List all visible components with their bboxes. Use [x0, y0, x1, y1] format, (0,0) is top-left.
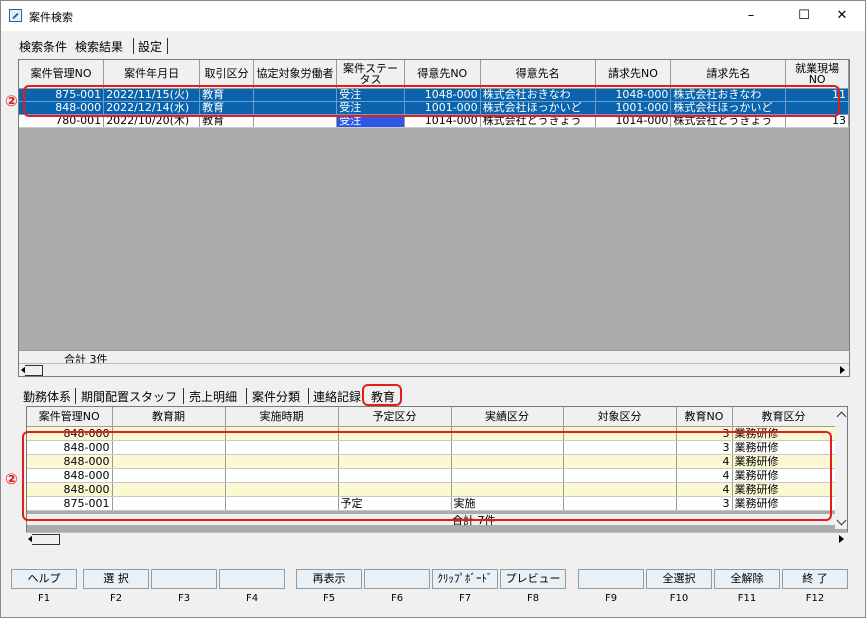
col-header[interactable]: 案件管理NO	[27, 407, 113, 427]
fkey-name: F10	[669, 593, 689, 604]
app-window: 案件検索 – ☐ ✕ 検索条件 検索結果 設定 案件管理NO 案件年月日 取引区…	[0, 0, 866, 618]
tab-uriage-meisai[interactable]: 売上明細	[189, 388, 237, 405]
tab-renraku-kiroku[interactable]: 連絡記録	[313, 388, 361, 405]
col-header[interactable]: 請求先名	[670, 60, 787, 89]
fkey-label[interactable]: 全選択	[646, 569, 712, 589]
f9-button[interactable]: F9	[578, 569, 644, 609]
tab-separator	[308, 388, 309, 404]
fkey-name: F2	[109, 593, 123, 604]
fkey-label[interactable]: 再表示	[296, 569, 362, 589]
f5-refresh-button[interactable]: 再表示 F5	[296, 569, 362, 609]
tab-search-conditions[interactable]: 検索条件	[19, 38, 67, 55]
fkey-label[interactable]: 選 択	[83, 569, 149, 589]
annotation-box-tab	[362, 384, 402, 406]
tab-settings[interactable]: 設定	[138, 38, 162, 55]
fkey-name: F8	[526, 593, 540, 604]
education-header-row: 案件管理NO 教育期 実施時期 予定区分 実績区分 対象区分 教育NO 教育区分	[27, 407, 836, 427]
tab-separator	[167, 38, 168, 54]
results-total-row: 合計 3件	[19, 350, 849, 366]
scroll-thumb[interactable]	[32, 534, 60, 545]
col-header[interactable]: 案件年月日	[103, 60, 201, 89]
f2-select-button[interactable]: 選 択 F2	[83, 569, 149, 609]
fkey-label[interactable]: 終 了	[782, 569, 848, 589]
col-header[interactable]: 教育期	[112, 407, 226, 427]
tab-separator	[183, 388, 184, 404]
annotation-marker: ②	[5, 92, 18, 110]
education-vertical-scrollbar[interactable]	[835, 407, 847, 529]
col-header[interactable]: 協定対象労働者	[253, 60, 338, 89]
fkey-name: F4	[245, 593, 259, 604]
f6-button[interactable]: F6	[364, 569, 430, 609]
fkey-name: F6	[390, 593, 404, 604]
fkey-name: F1	[37, 593, 51, 604]
results-header-row: 案件管理NO 案件年月日 取引区分 協定対象労働者 案件ステータス 得意先NO …	[19, 60, 849, 89]
col-header[interactable]: 得意先NO	[404, 60, 481, 89]
annotation-marker: ②	[5, 470, 18, 488]
scroll-right-icon[interactable]	[840, 366, 845, 374]
annotation-box-results	[23, 85, 840, 117]
scroll-right-icon[interactable]	[839, 535, 844, 543]
col-header[interactable]: 実績区分	[451, 407, 564, 427]
col-header[interactable]: 取引区分	[199, 60, 254, 89]
f12-exit-button[interactable]: 終 了 F12	[782, 569, 848, 609]
results-horizontal-scrollbar[interactable]	[19, 363, 849, 376]
col-header[interactable]: 得意先名	[480, 60, 596, 89]
scroll-up-icon[interactable]	[836, 411, 847, 422]
annotation-box-education	[22, 431, 832, 521]
fkey-name: F9	[604, 593, 618, 604]
f10-select-all-button[interactable]: 全選択 F10	[646, 569, 712, 609]
fkey-label[interactable]: ヘルプ	[11, 569, 77, 589]
tab-separator	[133, 38, 134, 54]
f3-button[interactable]: F3	[151, 569, 217, 609]
scroll-thumb[interactable]	[25, 365, 43, 376]
col-header[interactable]: 教育区分	[732, 407, 836, 427]
fkey-name: F3	[177, 593, 191, 604]
tab-search-results[interactable]: 検索結果	[75, 38, 123, 55]
close-button[interactable]: ✕	[819, 1, 865, 31]
col-header[interactable]: 案件ステータス	[336, 60, 405, 89]
education-horizontal-scrollbar[interactable]	[26, 532, 848, 546]
fkey-name: F7	[458, 593, 472, 604]
fkey-name: F5	[322, 593, 336, 604]
title-bar: 案件検索 – ☐ ✕	[1, 1, 865, 31]
col-header[interactable]: 就業現場NO	[785, 60, 849, 89]
tab-kinmu-taikei[interactable]: 勤務体系	[23, 388, 71, 405]
fkey-label[interactable]	[219, 569, 285, 589]
app-icon	[9, 9, 22, 22]
f11-deselect-all-button[interactable]: 全解除 F11	[714, 569, 780, 609]
col-header[interactable]: 案件管理NO	[19, 60, 105, 89]
fkey-label[interactable]	[364, 569, 430, 589]
f7-clipboard-button[interactable]: ｸﾘｯﾌﾟﾎﾞｰﾄﾞ F7	[432, 569, 498, 609]
fkey-label[interactable]: 全解除	[714, 569, 780, 589]
fkey-label[interactable]	[151, 569, 217, 589]
function-key-bar: ヘルプ F1 選 択 F2 F3 F4 再表示 F5 F6 ｸﾘｯﾌﾟﾎﾞｰﾄﾞ…	[11, 569, 853, 609]
window-title: 案件検索	[29, 11, 73, 24]
minimize-button[interactable]: –	[728, 1, 774, 31]
col-header[interactable]: 請求先NO	[595, 60, 672, 89]
col-header[interactable]: 予定区分	[338, 407, 452, 427]
col-header[interactable]: 実施時期	[225, 407, 339, 427]
fkey-label[interactable]	[578, 569, 644, 589]
col-header[interactable]: 対象区分	[563, 407, 677, 427]
tab-separator	[246, 388, 247, 404]
col-header[interactable]: 教育NO	[676, 407, 733, 427]
f8-preview-button[interactable]: プレビュー F8	[500, 569, 566, 609]
f4-button[interactable]: F4	[219, 569, 285, 609]
tab-anken-bunrui[interactable]: 案件分類	[252, 388, 300, 405]
fkey-label[interactable]: プレビュー	[500, 569, 566, 589]
fkey-name: F11	[737, 593, 757, 604]
tab-kikan-staff[interactable]: 期間配置スタッフ	[81, 388, 177, 405]
tab-separator	[75, 388, 76, 404]
fkey-label[interactable]: ｸﾘｯﾌﾟﾎﾞｰﾄﾞ	[432, 569, 498, 589]
scroll-down-icon[interactable]	[836, 515, 847, 526]
f1-help-button[interactable]: ヘルプ F1	[11, 569, 77, 609]
fkey-name: F12	[805, 593, 825, 604]
